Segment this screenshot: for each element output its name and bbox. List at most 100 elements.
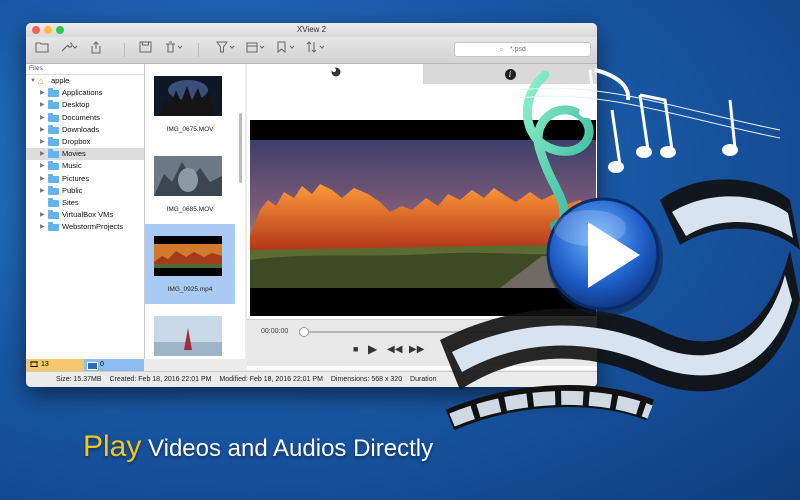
thumbnail-caption: IMG_0925.mp4 [167,286,213,293]
folder-icon[interactable] [34,41,50,57]
sidebar-item-label: Documents [62,112,100,122]
sidebar-item-label: Desktop [62,100,90,110]
disclosure-closed-icon[interactable]: ▶ [40,99,45,111]
disclosure-closed-icon[interactable]: ▶ [40,136,45,148]
thumbnail-image [154,156,222,196]
thumbnail-item[interactable]: IMG_0685.MOV [145,144,235,224]
search-input[interactable] [510,44,580,54]
status-created: Created: Feb 18, 2016 22:01 PM [109,376,212,383]
sidebar-item-label: Movies [62,149,86,159]
disclosure-closed-icon[interactable]: ▶ [40,124,45,136]
disclosure-closed-icon[interactable]: ▶ [40,112,45,124]
sidebar-item-label: Sites [62,197,79,207]
sidebar-item-label: Dropbox [62,136,91,146]
sidebar-item-movies[interactable]: ▶ Movies [26,148,144,161]
folder-icon [48,136,59,146]
sidebar-item-downloads[interactable]: ▶ Downloads [26,124,144,136]
folder-icon [48,161,59,171]
tagline-play-word: Play [83,430,142,463]
tree-root-label: apple [51,76,70,85]
tab-info[interactable]: i [423,64,597,84]
zoom-window-button[interactable] [56,26,64,34]
status-modified: Modified: Feb 18, 2016 22:01 PM [219,376,323,383]
title-bar: XView 2 [26,23,597,37]
sidebar-item-public[interactable]: ▶ Public [26,185,144,197]
sort-icon[interactable] [305,41,327,57]
sidebar-item-label: Downloads [62,124,100,134]
thumbnail-item[interactable] [145,304,235,359]
thumbnail-image [154,76,222,116]
current-time: 00:00:00 [261,328,289,335]
seek-bar[interactable] [301,331,561,333]
home-icon: ⌂ [38,76,44,86]
tagline-text: Videos and Audios Directly [148,435,434,462]
trash-icon[interactable] [163,41,185,57]
sidebar-item-webstormprojects[interactable]: ▶ WebstormProjects [26,221,144,233]
status-bar: Size: 15.37MB Created: Feb 18, 2016 22:0… [26,371,597,387]
share-icon[interactable] [88,41,104,57]
folder-icon [48,197,59,207]
filter-icon[interactable] [215,41,237,57]
sidebar-item-label: WebstormProjects [62,222,124,232]
preview-pane: i 00:00:00 ■ ▶ ◀◀ ▶▶ [247,64,597,370]
preview-icon [330,67,341,79]
tab-preview[interactable] [247,64,423,84]
sidebar-item-documents[interactable]: ▶ Documents [26,112,144,124]
folder-icon [48,173,59,183]
thumbnail-item[interactable]: IMG_0675.MOV [145,64,235,144]
video-frame[interactable] [250,120,596,316]
folder-icon [48,185,59,195]
thumbnail-scrollbar[interactable] [239,113,242,183]
disclosure-closed-icon[interactable]: ▶ [40,160,45,172]
folder-icon [48,222,59,232]
minimize-window-button[interactable] [44,26,52,34]
sidebar-item-music[interactable]: ▶ Music [26,160,144,172]
disclosure-closed-icon[interactable]: ▶ [40,209,45,221]
play-icon[interactable]: ▶ [368,342,377,356]
info-icon: i [504,69,516,80]
image-counter: 0 [84,359,144,371]
folder-icon [48,210,59,220]
disclosure-closed-icon[interactable]: ▶ [40,221,45,233]
sidebar-item-applications[interactable]: ▶ Applications [26,87,144,99]
calendar-icon[interactable] [245,41,267,57]
window-title: XView 2 [296,25,327,34]
disclosure-closed-icon[interactable]: ▶ [40,87,45,99]
save-icon[interactable] [137,41,153,57]
sidebar-item-dropbox[interactable]: ▶ Dropbox [26,136,144,148]
media-counter: 🎞 13 [26,359,84,371]
sidebar-item-pictures[interactable]: ▶ Pictures [26,173,144,185]
preview-tabs: i [247,64,597,84]
close-window-button[interactable] [32,26,40,34]
thumbnail-list: IMG_0675.MOV IMG_0685.MOV IMG_0925.mp4 [145,64,245,359]
rewind-icon[interactable]: ◀◀ [387,344,402,355]
folder-icon [48,149,59,159]
bookmark-icon[interactable] [275,41,297,57]
seek-knob[interactable] [299,327,309,337]
tree-root[interactable]: ▼ ⌂ apple [26,75,144,87]
sidebar-item-label: VirtualBox VMs [62,210,114,220]
search-field[interactable]: ⌕ [454,42,591,57]
image-icon [87,362,98,370]
sidebar-item-virtualbox-vms[interactable]: ▶ VirtualBox VMs [26,209,144,221]
tools-icon[interactable] [59,41,79,57]
folder-icon [48,112,59,122]
promo-tagline: Play Videos and Audios Directly [83,430,433,464]
sidebar-item-label: Applications [62,88,103,98]
disclosure-closed-icon[interactable]: ▶ [40,148,45,160]
window-controls [32,26,64,34]
disclosure-closed-icon[interactable]: ▶ [40,185,45,197]
folder-tree: ▼ ⌂ apple ▶ Applications ▶ Desktop ▶ Document… [26,75,144,233]
sidebar-item-sites[interactable]: Sites [26,197,144,209]
stop-icon[interactable]: ■ [353,344,358,354]
thumbnail-item-selected[interactable]: IMG_0925.mp4 [145,224,235,304]
thumbnail-image [154,236,222,276]
disclosure-closed-icon[interactable]: ▶ [40,173,45,185]
search-icon: ⌕ [499,45,504,54]
film-icon: 🎞 [29,360,40,369]
folder-icon [48,124,59,134]
disclosure-open-icon[interactable]: ▼ [30,75,36,87]
sidebar-item-desktop[interactable]: ▶ Desktop [26,99,144,111]
fast-forward-icon[interactable]: ▶▶ [409,344,424,355]
status-size: Size: 15.37MB [56,376,102,383]
